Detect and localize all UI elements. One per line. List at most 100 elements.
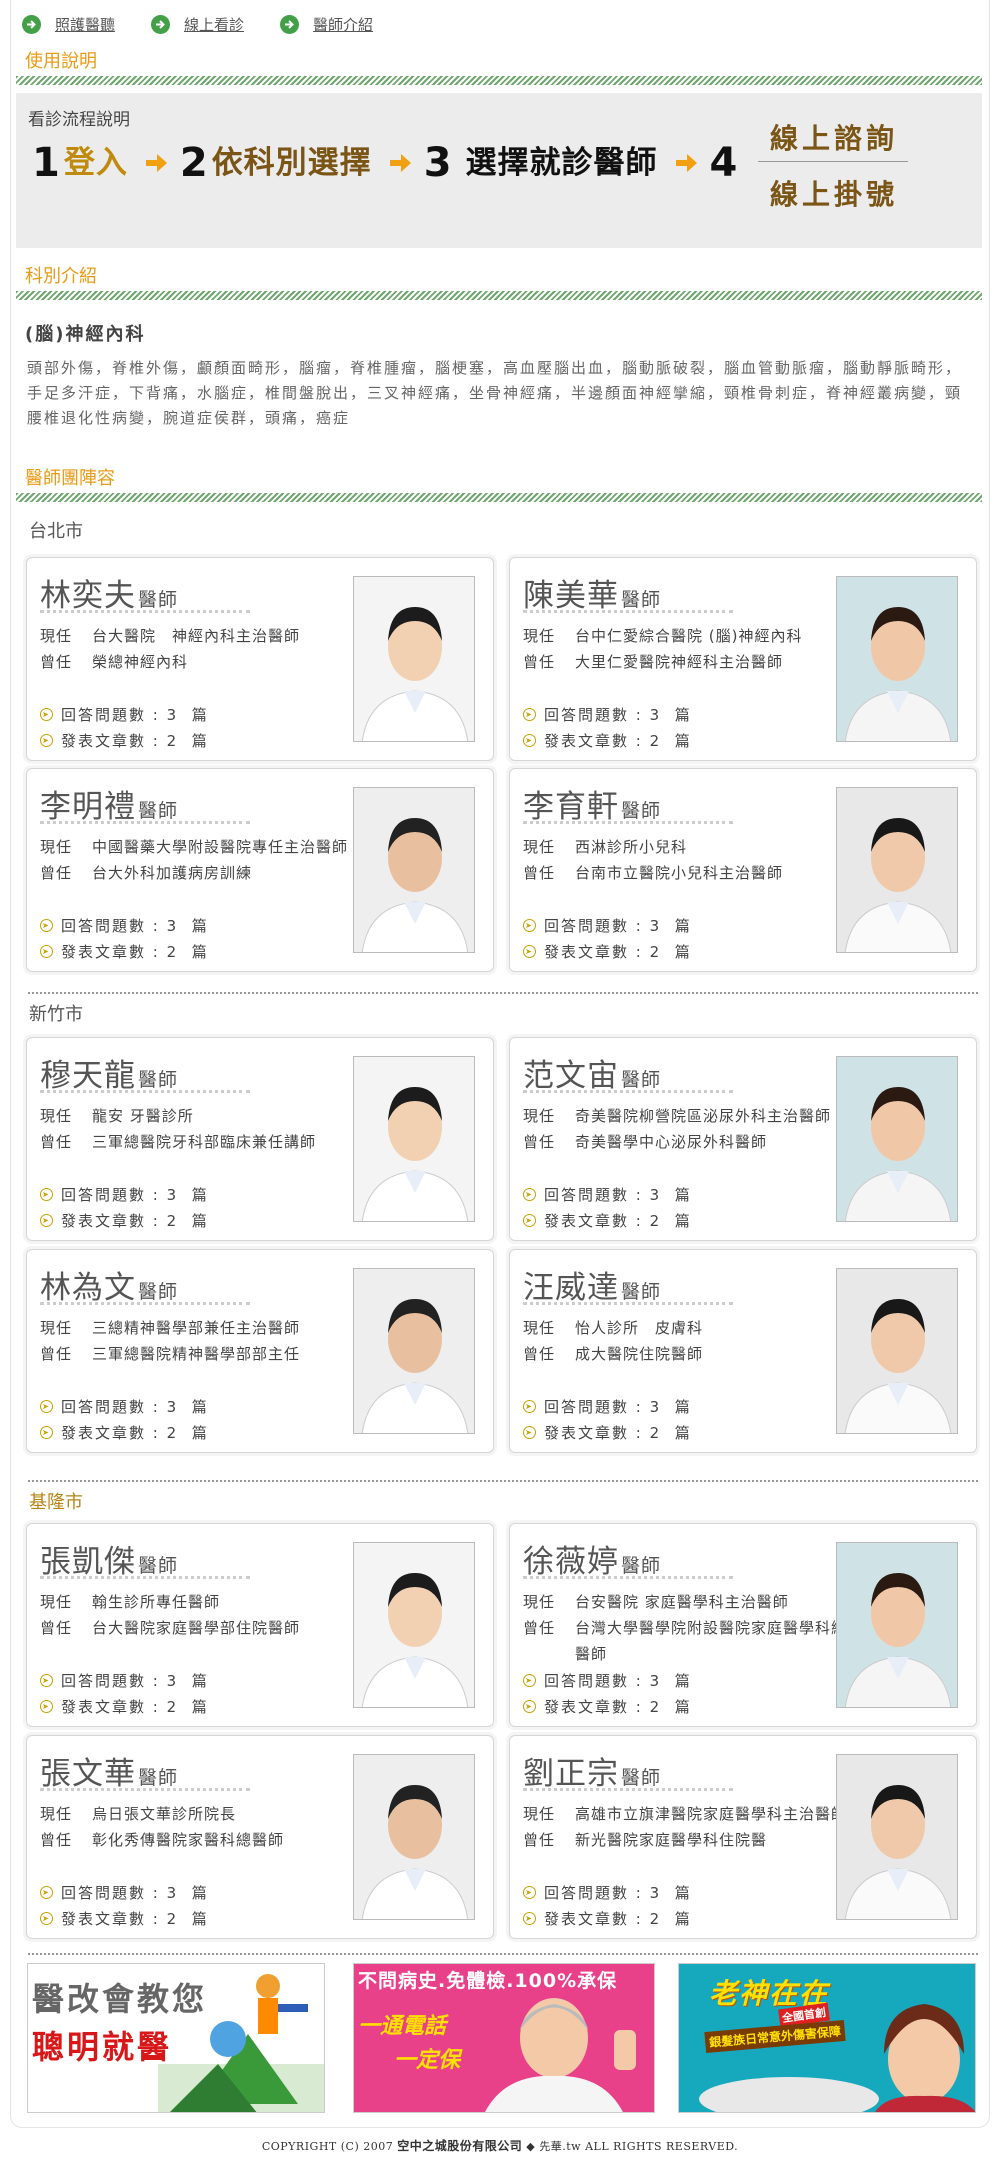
answers-stat[interactable]: ➤ 回答問題數 : 3 篇	[523, 1670, 692, 1691]
doctor-card[interactable]: 李明禮 醫師 現任 中國醫藥大學附設醫院專任主治醫師 曾任 台大外科加護病房訓練 ➤ 回答問題…	[26, 768, 494, 972]
answers-stat[interactable]: ➤ 回答問題數 : 3 篇	[40, 1882, 209, 1903]
answers-count: 3	[649, 1397, 662, 1416]
doctor-photo[interactable]	[836, 1754, 958, 1920]
current-value: 台中仁愛綜合醫院 (腦)神經內科	[575, 627, 803, 645]
articles-count: 2	[166, 1697, 179, 1716]
current-position: 現任 台中仁愛綜合醫院 (腦)神經內科	[523, 623, 851, 649]
online-consult-link[interactable]: 線上諮詢	[770, 117, 898, 157]
articles-stat[interactable]: ➤ 發表文章數 : 2 篇	[523, 1908, 692, 1929]
doctor-card[interactable]: 張凱傑 醫師 現任 翰生診所專任醫師 曾任 台大醫院家庭醫學部住院醫師 ➤ 回答問題數 : 3…	[26, 1523, 494, 1727]
nav-item-label[interactable]: 照護醫聽	[55, 14, 115, 35]
articles-stat[interactable]: ➤ 發表文章數 : 2 篇	[40, 1210, 209, 1231]
doctor-card[interactable]: 張文華 醫師 現任 烏日張文華診所院長 曾任 彰化秀傳醫院家醫科總醫師 ➤ 回答問題數 : 3…	[26, 1735, 494, 1939]
answers-stat[interactable]: ➤ 回答問題數 : 3 篇	[523, 915, 692, 936]
current-position: 現任 烏日張文華診所院長	[40, 1801, 368, 1827]
doctor-card[interactable]: 林奕夫 醫師 現任 台大醫院 神經內科主治醫師 曾任 榮總神經內科 ➤ 回答問題數 : 3 篇…	[26, 557, 494, 761]
current-position: 現任 怡人診所 皮膚科	[523, 1315, 851, 1341]
answers-count: 3	[166, 1185, 179, 1204]
doctor-photo[interactable]	[836, 1056, 958, 1222]
answers-stat[interactable]: ➤ 回答問題數 : 3 篇	[523, 1184, 692, 1205]
ad-banner-smart-medical[interactable]: 醫改會教您 聰明就醫	[27, 1963, 325, 2113]
articles-unit: 篇	[674, 1424, 692, 1442]
doctor-name[interactable]: 劉正宗 醫師	[523, 1748, 661, 1793]
online-register-link[interactable]: 線上掛號	[770, 173, 898, 213]
doctor-photo[interactable]	[353, 1754, 475, 1920]
doctor-photo[interactable]	[353, 1268, 475, 1434]
doctor-photo[interactable]	[836, 576, 958, 742]
arrow-right-icon	[22, 14, 41, 34]
nav-item-label[interactable]: 線上看診	[184, 14, 244, 35]
doctor-name[interactable]: 林為文 醫師	[40, 1262, 178, 1307]
doctor-name[interactable]: 張凱傑 醫師	[40, 1536, 178, 1581]
former-label: 曾任	[40, 1345, 73, 1363]
articles-stat[interactable]: ➤ 發表文章數 : 2 篇	[523, 1696, 692, 1717]
doctor-photo[interactable]	[353, 576, 475, 742]
arrow-circle-icon: ➤	[523, 734, 536, 747]
articles-label: 發表文章數	[544, 732, 630, 750]
doctor-card[interactable]: 徐薇婷 醫師 現任 台安醫院 家庭醫學科主治醫師 曾任 台灣大學醫學院附設醫院家庭醫學科總…	[509, 1523, 977, 1727]
doctor-name[interactable]: 陳美華 醫師	[523, 570, 661, 615]
answers-stat[interactable]: ➤ 回答問題數 : 3 篇	[40, 915, 209, 936]
answers-label: 回答問題數	[61, 706, 147, 724]
doctor-photo[interactable]	[836, 787, 958, 953]
doctor-name[interactable]: 李育軒 醫師	[523, 781, 661, 826]
articles-stat[interactable]: ➤ 發表文章數 : 2 篇	[523, 941, 692, 962]
doctor-title: 醫師	[621, 800, 662, 822]
doctor-card[interactable]: 陳美華 醫師 現任 台中仁愛綜合醫院 (腦)神經內科 曾任 大里仁愛醫院神經科主治醫師 ➤ 回…	[509, 557, 977, 761]
doctor-card[interactable]: 穆天龍 醫師 現任 龍安 牙醫診所 曾任 三軍總醫院牙科部臨床兼任講師 ➤ 回答問題數 : 3…	[26, 1037, 494, 1241]
articles-stat[interactable]: ➤ 發表文章數 : 2 篇	[40, 1422, 209, 1443]
answers-stat[interactable]: ➤ 回答問題數 : 3 篇	[40, 704, 209, 725]
current-value: 烏日張文華診所院長	[92, 1805, 237, 1823]
doctor-photo[interactable]	[836, 1542, 958, 1708]
arrow-circle-icon: ➤	[523, 1426, 536, 1439]
answers-stat[interactable]: ➤ 回答問題數 : 3 篇	[523, 704, 692, 725]
nav-item-label[interactable]: 醫師介紹	[313, 14, 373, 35]
doctor-card[interactable]: 李育軒 醫師 現任 西淋診所小兒科 曾任 台南市立醫院小兒科主治醫師 ➤ 回答問題數 : 3 …	[509, 768, 977, 972]
answers-stat[interactable]: ➤ 回答問題數 : 3 篇	[40, 1184, 209, 1205]
answers-count: 3	[166, 705, 179, 724]
articles-unit: 篇	[674, 943, 692, 961]
nav-item-care[interactable]: 照護醫聽	[22, 14, 115, 35]
articles-stat[interactable]: ➤ 發表文章數 : 2 篇	[40, 1908, 209, 1929]
doctor-name[interactable]: 李明禮 醫師	[40, 781, 178, 826]
doctor-photo[interactable]	[353, 787, 475, 953]
doctor-card[interactable]: 林為文 醫師 現任 三總精神醫學部兼任主治醫師 曾任 三軍總醫院精神醫學部部主任 ➤ 回答問題…	[26, 1249, 494, 1453]
ad-headline: 不問病史.免體檢.100%承保	[358, 1970, 618, 1992]
articles-stat[interactable]: ➤ 發表文章數 : 2 篇	[40, 1696, 209, 1717]
step-label-dept: 依科別選擇	[211, 144, 372, 181]
section-divider	[16, 291, 982, 300]
doctor-photo[interactable]	[353, 1056, 475, 1222]
doctor-photo[interactable]	[353, 1542, 475, 1708]
doctor-card[interactable]: 汪威達 醫師 現任 怡人診所 皮膚科 曾任 成大醫院住院醫師 ➤ 回答問題數 : 3 篇 ➤ 發表…	[509, 1249, 977, 1453]
articles-stat[interactable]: ➤ 發表文章數 : 2 篇	[523, 1422, 692, 1443]
step-number: 3	[423, 140, 452, 186]
name-underline	[523, 1788, 733, 1791]
doctor-name[interactable]: 汪威達 醫師	[523, 1262, 661, 1307]
answers-stat[interactable]: ➤ 回答問題數 : 3 篇	[40, 1396, 209, 1417]
doctor-name[interactable]: 林奕夫 醫師	[40, 570, 178, 615]
ad-banner-senior[interactable]: 老神在在 全國首創 銀髮族日常意外傷害保障	[678, 1963, 976, 2113]
articles-stat[interactable]: ➤ 發表文章數 : 2 篇	[523, 730, 692, 751]
footer: COPYRIGHT (C) 2007 空中之城股份有限公司 ◆ 先華.tw AL…	[0, 2137, 1000, 2154]
articles-stat[interactable]: ➤ 發表文章數 : 2 篇	[523, 1210, 692, 1231]
articles-stat[interactable]: ➤ 發表文章數 : 2 篇	[40, 730, 209, 751]
nav-item-doctors[interactable]: 醫師介紹	[280, 14, 373, 35]
answers-count: 3	[649, 916, 662, 935]
articles-label: 發表文章數	[61, 1910, 147, 1928]
doctor-card[interactable]: 劉正宗 醫師 現任 高雄市立旗津醫院家庭醫學科主治醫師 曾任 新光醫院家庭醫學科住院醫 ➤ 回…	[509, 1735, 977, 1939]
answers-stat[interactable]: ➤ 回答問題數 : 3 篇	[523, 1396, 692, 1417]
nav-item-online-visit[interactable]: 線上看診	[151, 14, 244, 35]
city-taipei: 台北市	[29, 521, 83, 542]
arrow-circle-icon: ➤	[40, 1214, 53, 1227]
articles-stat[interactable]: ➤ 發表文章數 : 2 篇	[40, 941, 209, 962]
doctor-name[interactable]: 穆天龍 醫師	[40, 1050, 178, 1095]
ad-banner-insurance[interactable]: 不問病史.免體檢.100%承保 一通電話 一定保	[353, 1963, 655, 2113]
articles-count: 2	[649, 1909, 662, 1928]
doctor-card[interactable]: 范文宙 醫師 現任 奇美醫院柳營院區泌尿外科主治醫師 曾任 奇美醫學中心泌尿外科醫師 ➤ 回答…	[509, 1037, 977, 1241]
doctor-name[interactable]: 張文華 醫師	[40, 1748, 178, 1793]
doctor-name[interactable]: 范文宙 醫師	[523, 1050, 661, 1095]
doctor-photo[interactable]	[836, 1268, 958, 1434]
answers-stat[interactable]: ➤ 回答問題數 : 3 篇	[40, 1670, 209, 1691]
answers-stat[interactable]: ➤ 回答問題數 : 3 篇	[523, 1882, 692, 1903]
doctor-name[interactable]: 徐薇婷 醫師	[523, 1536, 661, 1581]
